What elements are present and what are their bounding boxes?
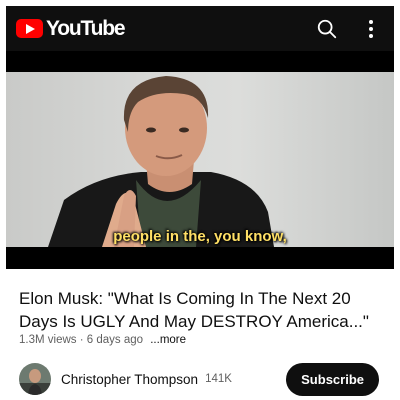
- channel-avatar[interactable]: [19, 363, 51, 395]
- more-description-link[interactable]: ...more: [150, 334, 186, 346]
- logo-text: YouTube: [46, 16, 126, 40]
- view-count: 1.3M views: [19, 334, 77, 346]
- video-meta: 1.3M views · 6 days ago ...more: [19, 334, 186, 346]
- topbar-actions: [312, 14, 394, 44]
- subscriber-count: 141K: [205, 373, 232, 385]
- youtube-play-icon: [16, 19, 43, 38]
- channel-row: Christopher Thompson 141K Subscribe: [19, 362, 379, 396]
- subscribe-button[interactable]: Subscribe: [286, 362, 379, 396]
- channel-name[interactable]: Christopher Thompson: [61, 372, 198, 387]
- video-title[interactable]: Elon Musk: "What Is Coming In The Next 2…: [19, 287, 389, 333]
- youtube-logo[interactable]: YouTube: [16, 16, 126, 41]
- speaker-image: [48, 76, 274, 247]
- search-icon[interactable]: [312, 14, 342, 44]
- upload-age: 6 days ago: [86, 334, 144, 346]
- video-player[interactable]: people in the, you know,: [6, 51, 394, 269]
- more-vert-icon[interactable]: [356, 14, 386, 44]
- video-caption: people in the, you know,: [113, 228, 287, 245]
- meta-separator: ·: [76, 334, 87, 346]
- video-frame: people in the, you know,: [6, 72, 394, 247]
- top-app-bar: YouTube: [6, 6, 394, 51]
